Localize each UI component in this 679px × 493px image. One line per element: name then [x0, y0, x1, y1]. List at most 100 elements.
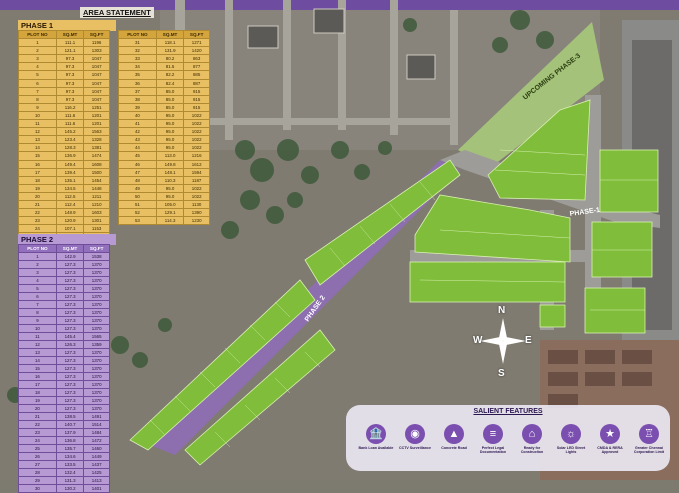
- table-row: 32 131.9 1420: [118, 46, 210, 56]
- table-row: 15 136.9 1474: [18, 151, 110, 161]
- sq-ft-cell: 1370: [83, 348, 110, 357]
- sq-mt-cell: 135.7: [55, 444, 85, 453]
- plot-no-cell: 7: [18, 300, 57, 309]
- feature-item: ★ CMDA & RERA Approved: [592, 424, 628, 455]
- sq-mt-cell: 149.4: [55, 159, 85, 169]
- sq-mt-cell: 127.3: [55, 276, 85, 285]
- sq-ft-cell: 1047: [83, 70, 110, 80]
- sq-ft-cell: 1370: [83, 372, 110, 381]
- bank-icon: 🏦: [366, 424, 386, 444]
- sq-ft-cell: 887: [183, 78, 210, 88]
- plot-no-cell: 24: [18, 224, 57, 234]
- plot-no-cell: 11: [18, 119, 57, 129]
- sq-mt-cell: 138.5: [55, 412, 85, 421]
- plot-no-cell: 3: [18, 54, 57, 64]
- table-row: 12 145.2 1563: [18, 127, 110, 137]
- sq-mt-cell: 127.3: [55, 260, 85, 269]
- col-sq-ft: SQ.FT: [83, 244, 110, 253]
- plot-no-cell: 46: [118, 159, 157, 169]
- table-row: 12 126.3 1359: [18, 340, 110, 349]
- plot-no-cell: 4: [18, 276, 57, 285]
- table-row: 10 111.6 1201: [18, 110, 110, 121]
- table-row: 16 127.3 1370: [18, 372, 110, 381]
- table-row: 45 113.0 1216: [118, 151, 210, 161]
- sq-ft-cell: 1448: [83, 183, 110, 193]
- sq-mt-cell: 127.3: [55, 380, 85, 389]
- salient-features-panel: SALIENT FEATURES 🏦 Bank Loan Available ◉ CC…: [346, 405, 670, 471]
- sq-mt-cell: 95.0: [155, 183, 185, 193]
- phase1-table-right: PLOT NO SQ.MT SQ.FT 31 118.1 1271 32 131.9 14…: [118, 29, 210, 226]
- sq-mt-cell: 97.3: [55, 86, 85, 96]
- sq-ft-cell: 1130: [183, 199, 210, 210]
- sq-mt-cell: 120.9: [55, 216, 85, 226]
- compass-east: E: [525, 335, 532, 346]
- plot-no-cell: 3: [18, 268, 57, 277]
- document-icon: ≡: [483, 424, 503, 444]
- sq-mt-cell: 97.3: [55, 78, 85, 88]
- table-row: 19 134.5 1448: [18, 183, 110, 193]
- sq-mt-cell: 131.9: [155, 46, 185, 56]
- table-row: 14 127.3 1370: [18, 356, 110, 365]
- table-row: 17 127.3 1370: [18, 380, 110, 389]
- sq-ft-cell: 1413: [83, 476, 110, 485]
- sq-mt-cell: 149.8: [155, 159, 185, 169]
- table-row: 31 118.1 1271: [118, 38, 210, 48]
- sq-ft-cell: 1484: [83, 428, 110, 437]
- sq-ft-cell: 915: [183, 86, 210, 96]
- plot-no-cell: 27: [18, 460, 57, 469]
- sq-mt-cell: 85.0: [155, 94, 185, 104]
- sq-mt-cell: 95.0: [155, 143, 185, 153]
- sq-mt-cell: 111.6: [55, 110, 85, 121]
- plot-no-cell: 10: [18, 110, 57, 121]
- feature-label: Ready for Construction: [520, 446, 544, 455]
- table-row: 11 111.6 1201: [18, 119, 110, 129]
- table-row: 18 135.1 1454: [18, 175, 110, 185]
- sq-ft-cell: 1153: [83, 224, 110, 234]
- sq-ft-cell: 1328: [83, 135, 110, 145]
- table-row: 13 123.4 1328: [18, 135, 110, 145]
- sq-ft-cell: 877: [183, 62, 210, 72]
- plot-no-cell: 18: [18, 388, 57, 397]
- table-row: 43 95.0 1022: [118, 135, 210, 145]
- plot-no-cell: 19: [18, 396, 57, 405]
- feature-item: ⌂ Ready for Construction: [514, 424, 550, 455]
- sq-ft-cell: 1022: [183, 110, 210, 121]
- plot-no-cell: 1: [18, 38, 57, 48]
- streetlight-icon: ☼: [561, 424, 581, 444]
- sq-ft-cell: 1370: [83, 356, 110, 365]
- sq-ft-cell: 1370: [83, 380, 110, 389]
- sq-mt-cell: 126.3: [55, 340, 85, 349]
- approved-badge-icon: ★: [600, 424, 620, 444]
- sq-mt-cell: 148.1: [155, 167, 185, 177]
- col-sq-ft: SQ.FT: [183, 29, 210, 40]
- table-row: 7 127.3 1370: [18, 300, 110, 309]
- sq-ft-cell: 1047: [83, 86, 110, 96]
- sq-mt-cell: 110.3: [155, 175, 185, 185]
- sq-mt-cell: 135.1: [55, 175, 85, 185]
- sq-mt-cell: 134.6: [55, 452, 85, 461]
- sq-mt-cell: 131.3: [55, 476, 85, 485]
- road-icon: ▲: [444, 424, 464, 444]
- plot-no-cell: 6: [18, 292, 57, 301]
- sq-ft-cell: 1390: [183, 208, 210, 218]
- plot-no-cell: 4: [18, 62, 57, 72]
- sq-mt-cell: 95.0: [155, 135, 185, 145]
- sq-mt-cell: 127.3: [55, 284, 85, 293]
- sq-ft-cell: 1301: [83, 216, 110, 226]
- feature-item: ▲ Concrete Road: [436, 424, 472, 450]
- sq-ft-cell: 1216: [183, 151, 210, 161]
- plot-no-cell: 47: [118, 167, 157, 177]
- feature-label: CCTV Surveillance: [399, 446, 431, 450]
- sq-mt-cell: 114.3: [155, 216, 185, 226]
- feature-item: ♖ Greater Chennai Corporation Limit: [631, 424, 667, 455]
- sq-ft-cell: 1201: [83, 119, 110, 129]
- plot-no-cell: 32: [118, 46, 157, 56]
- sq-mt-cell: 95.0: [155, 127, 185, 137]
- sq-mt-cell: 127.3: [55, 396, 85, 405]
- table-row: 10 127.3 1370: [18, 324, 110, 333]
- plot-no-cell: 12: [18, 127, 57, 137]
- sq-mt-cell: 145.2: [55, 127, 85, 137]
- table-row: 9 116.2 1251: [18, 102, 110, 112]
- sq-ft-cell: 1474: [83, 151, 110, 161]
- table-row: 33 80.2 863: [118, 54, 210, 64]
